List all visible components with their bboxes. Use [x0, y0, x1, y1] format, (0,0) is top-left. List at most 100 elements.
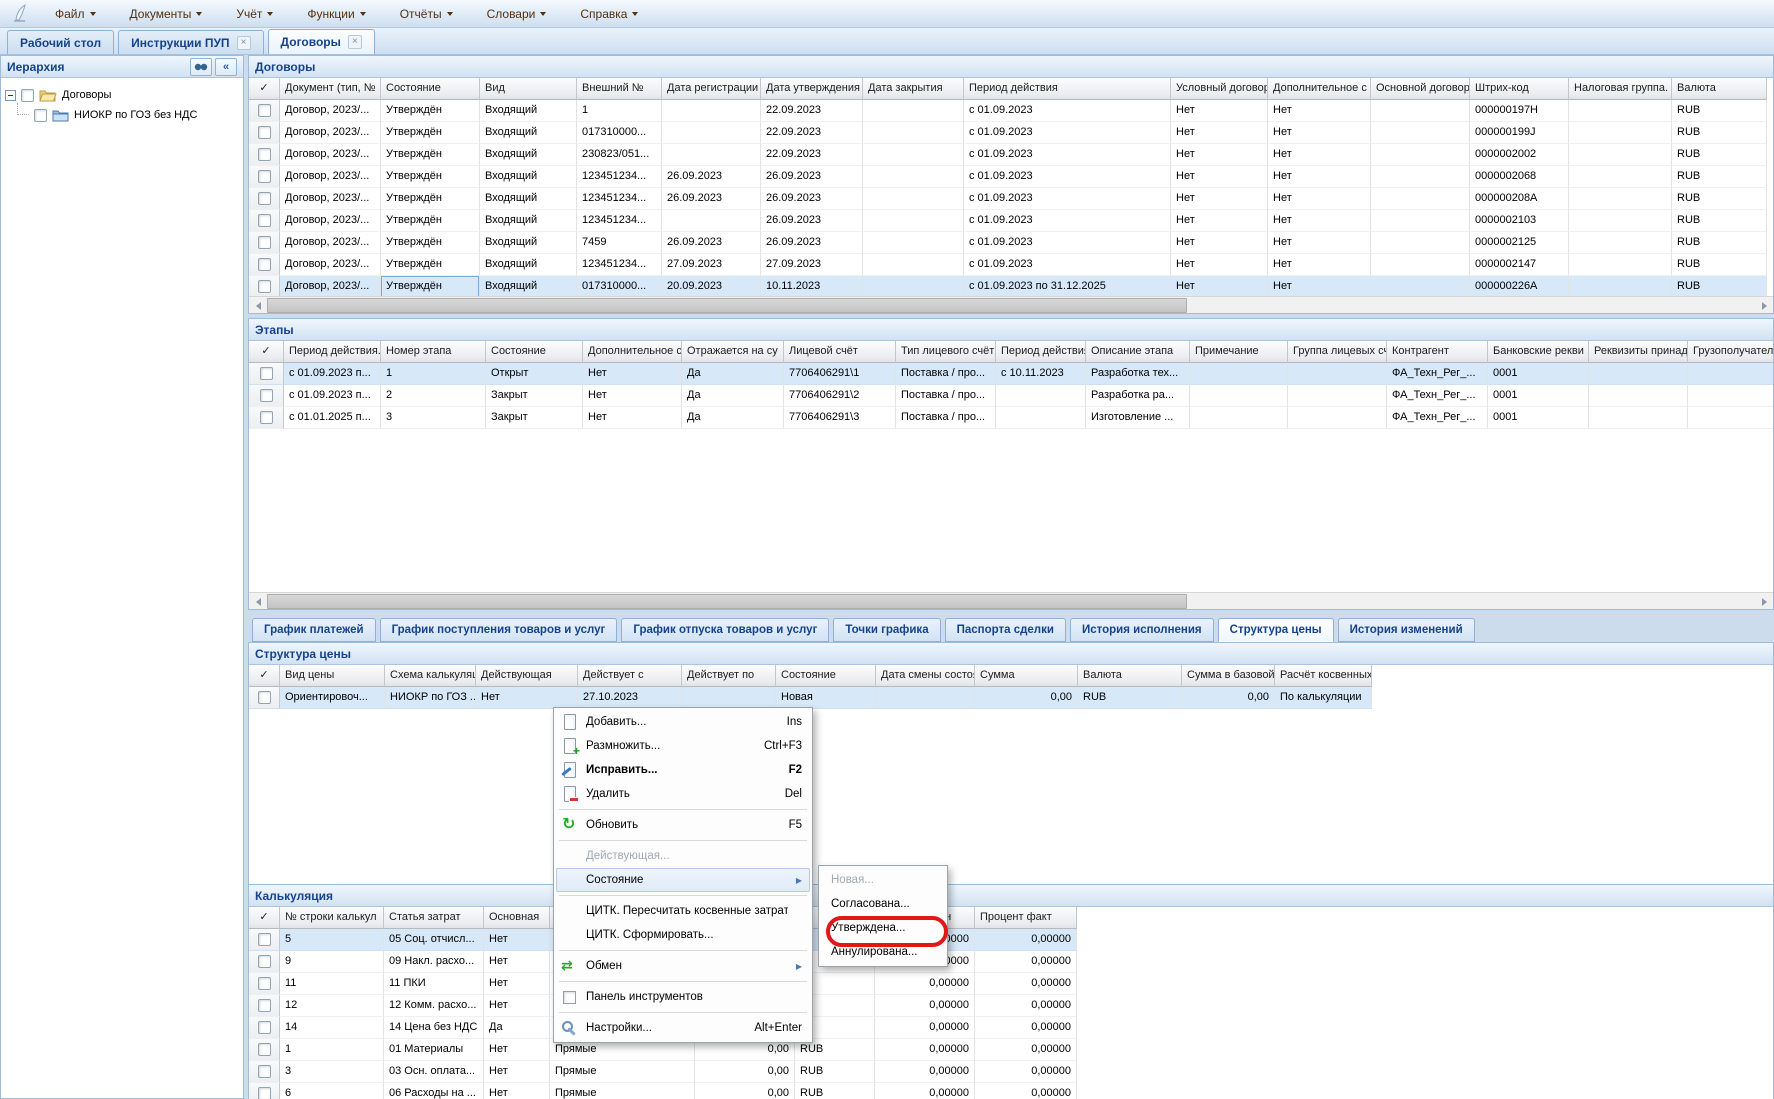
column-header[interactable]: Описание этапа [1086, 341, 1190, 363]
column-header[interactable]: Действующая [476, 665, 578, 687]
column-header[interactable]: Схема калькуляци [385, 665, 476, 687]
table-row[interactable]: Договор, 2023/...УтверждёнВходящий123451… [249, 188, 1767, 210]
column-header[interactable]: Вид [480, 78, 577, 100]
context-menu-item[interactable]: Добавить... Ins ▶ [556, 710, 810, 734]
context-menu-item[interactable]: ▶ [559, 1012, 807, 1013]
column-header[interactable]: Отражается на су [682, 341, 784, 363]
context-menu-item[interactable]: ▶ [559, 840, 807, 841]
table-row[interactable]: 303 Осн. оплата...НетПрямые0,00RUB0,0000… [249, 1061, 1077, 1083]
detail-tab[interactable]: История исполнения [1070, 618, 1214, 642]
table-row[interactable]: Договор, 2023/...УтверждёнВходящий123451… [249, 166, 1767, 188]
column-header[interactable]: Состояние [776, 665, 876, 687]
column-header[interactable]: № строки калькул [280, 907, 384, 929]
search-binoculars-icon[interactable] [190, 58, 212, 76]
check-column-header[interactable]: ✓ [249, 907, 280, 929]
column-header[interactable]: Действует с [578, 665, 682, 687]
table-row[interactable]: с 01.01.2025 п...3ЗакрытНетДа7706406291\… [249, 407, 1773, 429]
column-header[interactable]: Период действия л [996, 341, 1086, 363]
column-header[interactable]: Состояние [381, 78, 480, 100]
table-row[interactable]: Договор, 2023/...УтверждёнВходящий745926… [249, 232, 1767, 254]
column-header[interactable]: Дата закрытия [863, 78, 964, 100]
tree-checkbox[interactable] [21, 89, 34, 102]
row-checkbox[interactable] [258, 148, 271, 161]
column-header[interactable]: Статья затрат [384, 907, 484, 929]
table-row[interactable]: 606 Расходы на ...НетПрямые0,00RUB0,0000… [249, 1083, 1077, 1099]
detail-tab[interactable]: Структура цены [1218, 618, 1334, 642]
context-menu-item[interactable]: Обновить F5 ▶ [556, 813, 810, 837]
row-checkbox[interactable] [258, 280, 271, 293]
column-header[interactable]: Тип лицевого счёт [896, 341, 996, 363]
context-menu-item[interactable]: Исправить... F2 ▶ [556, 758, 810, 782]
table-row[interactable]: Договор, 2023/...УтверждёнВходящий123451… [249, 254, 1767, 276]
column-header[interactable]: Процент факт [975, 907, 1077, 929]
column-header[interactable]: Номер этапа [381, 341, 486, 363]
menu-item[interactable]: Словари [476, 3, 558, 25]
column-header[interactable]: Банковские рекви [1488, 341, 1589, 363]
column-header[interactable]: Валюта [1672, 78, 1767, 100]
check-column-header[interactable]: ✓ [249, 341, 284, 363]
table-row[interactable]: Ориентировоч...НИОКР по ГОЗ ...Нет27.10.… [249, 687, 1372, 709]
table-row[interactable]: Договор, 2023/...УтверждёнВходящий123451… [249, 210, 1767, 232]
detail-tab[interactable]: График поступления товаров и услуг [380, 618, 618, 642]
row-checkbox[interactable] [258, 1021, 271, 1034]
context-menu-item[interactable]: Настройки... Alt+Enter ▶ [556, 1016, 810, 1040]
row-checkbox[interactable] [258, 1065, 271, 1078]
scrollbar-thumb[interactable] [267, 298, 1187, 313]
column-header[interactable]: Основная [484, 907, 550, 929]
column-header[interactable]: Сумма [975, 665, 1078, 687]
column-header[interactable]: Документ (тип, № [280, 78, 381, 100]
row-checkbox[interactable] [258, 1087, 271, 1099]
row-checkbox[interactable] [258, 691, 271, 704]
detail-tab[interactable]: График отпуска товаров и услуг [621, 618, 829, 642]
context-menu-item[interactable]: ЦИТК. Сформировать... ▶ [556, 923, 810, 947]
scroll-right-icon[interactable] [1756, 594, 1772, 609]
collapse-panel-icon[interactable]: « [215, 58, 237, 76]
context-menu-item[interactable]: ▶ [559, 981, 807, 982]
window-tab[interactable]: Договоры × [268, 29, 375, 54]
column-header[interactable]: Сумма в базовой в [1182, 665, 1275, 687]
row-checkbox[interactable] [258, 933, 271, 946]
tree-checkbox[interactable] [34, 109, 47, 122]
context-menu-item[interactable]: Обмен ▶ [556, 954, 810, 978]
detail-tab[interactable]: Паспорта сделки [945, 618, 1066, 642]
scroll-left-icon[interactable] [250, 298, 266, 313]
scroll-left-icon[interactable] [250, 594, 266, 609]
menu-item[interactable]: Отчёты [389, 3, 464, 25]
column-header[interactable]: Условный договор [1171, 78, 1268, 100]
column-header[interactable]: Лицевой счёт [784, 341, 896, 363]
menu-item[interactable]: Документы [119, 3, 214, 25]
context-menu-item[interactable]: Действующая... ▶ [556, 844, 810, 868]
column-header[interactable]: Группа лицевых сч [1288, 341, 1387, 363]
row-checkbox[interactable] [258, 104, 271, 117]
column-header[interactable]: Дополнительное с [583, 341, 682, 363]
menu-item[interactable]: Учёт [225, 3, 284, 25]
row-checkbox[interactable] [258, 258, 271, 271]
row-checkbox[interactable] [258, 126, 271, 139]
close-icon[interactable]: × [348, 35, 362, 49]
column-header[interactable]: Реквизиты принад [1589, 341, 1688, 363]
column-header[interactable]: Дата регистрации [662, 78, 761, 100]
row-checkbox[interactable] [260, 367, 273, 380]
window-tab[interactable]: Инструкции ПУП × [118, 30, 263, 54]
column-header[interactable]: Период действия.. [284, 341, 381, 363]
column-header[interactable]: Дополнительное с [1268, 78, 1371, 100]
table-row[interactable]: с 01.09.2023 п...2ЗакрытНетДа7706406291\… [249, 385, 1773, 407]
scrollbar-thumb[interactable] [267, 594, 1187, 609]
detail-tab[interactable]: История изменений [1338, 618, 1475, 642]
horizontal-scrollbar[interactable] [249, 296, 1773, 313]
row-checkbox[interactable] [258, 1043, 271, 1056]
table-row[interactable]: Договор, 2023/...УтверждёнВходящий017310… [249, 276, 1767, 298]
row-checkbox[interactable] [258, 236, 271, 249]
context-menu-item[interactable]: Состояние ▶ [556, 868, 810, 892]
column-header[interactable]: Внешний № [577, 78, 662, 100]
row-checkbox[interactable] [260, 411, 273, 424]
scroll-right-icon[interactable] [1756, 298, 1772, 313]
row-checkbox[interactable] [258, 999, 271, 1012]
table-row[interactable]: Договор, 2023/...УтверждёнВходящий230823… [249, 144, 1767, 166]
context-menu-item[interactable]: Панель инструментов ▶ [556, 985, 810, 1009]
detail-tab[interactable]: График платежей [252, 618, 376, 642]
tree-node-contracts[interactable]: Договоры [5, 85, 239, 105]
column-header[interactable]: Расчёт косвенных [1275, 665, 1372, 687]
row-checkbox[interactable] [258, 955, 271, 968]
context-menu-item[interactable]: Удалить Del ▶ [556, 782, 810, 806]
